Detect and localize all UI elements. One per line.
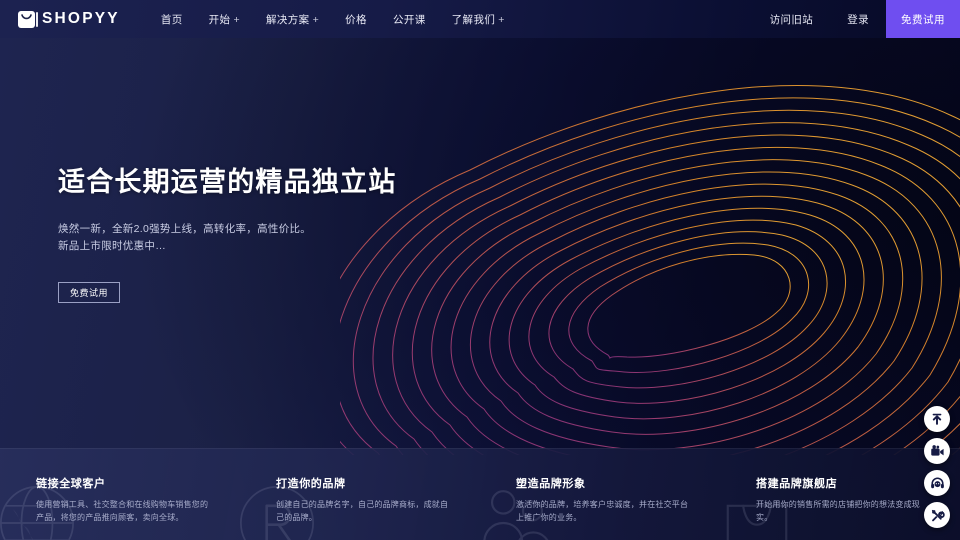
nav-item-label: 解决方案 [265, 13, 310, 26]
headset-support-icon[interactable] [924, 470, 950, 496]
tools-icon[interactable] [924, 502, 950, 528]
nav-item-solutions[interactable]: 解决方案 + [253, 12, 332, 27]
nav-item-label: 价格 [345, 13, 367, 26]
hero-section: 适合长期运营的精品独立站 焕然一新，全新2.0强势上线，高转化率，高性价比。 新… [58, 160, 396, 303]
hero-subtitle-line2: 新品上市限时优惠中… [58, 240, 166, 253]
nav-item-open-class[interactable]: 公开课 [380, 12, 439, 27]
nav-right-group: 访问旧站 登录 免费试用 [753, 0, 960, 38]
feature-band: 链接全球客户 使用营销工具、社交整合和在线购物车销售您的产品，将您的产品推向顾客… [0, 448, 960, 540]
chevron-plus-icon: + [498, 13, 505, 26]
nav-item-pricing[interactable]: 价格 [332, 12, 380, 27]
hero-title: 适合长期运营的精品独立站 [58, 167, 397, 197]
feature-card-brand-image: 塑造品牌形象 激活你的品牌，培养客户忠诚度，并在社交平台上推广你的业务。 [480, 449, 720, 540]
nav-free-trial-button[interactable]: 免费试用 [886, 0, 960, 38]
nav-item-start[interactable]: 开始 + [196, 12, 253, 27]
decorative-loop-curves [340, 55, 960, 455]
feature-card-build-brand: 打造你的品牌 创建自己的品牌名字，自己的品牌商标，成就自己的品牌。 [240, 449, 480, 540]
nav-item-label: 首页 [160, 13, 183, 26]
nav-item-home[interactable]: 首页 [148, 12, 196, 27]
shopping-bag-icon [18, 10, 38, 28]
nav-item-label: 了解我们 [451, 13, 496, 26]
chevron-plus-icon: + [233, 13, 240, 26]
feature-description: 创建自己的品牌名字，自己的品牌商标，成就自己的品牌。 [276, 500, 449, 523]
feature-description: 使用营销工具、社交整合和在线购物车销售您的产品，将您的产品推向顾客，卖向全球。 [36, 500, 209, 523]
nav-links: 首页 开始 + 解决方案 + 价格 公开课 了解我们 + [148, 12, 518, 27]
feature-title: 链接全球客户 [36, 478, 106, 490]
hero-subtitle-line1: 焕然一新，全新2.0强势上线，高转化率，高性价比。 [58, 223, 312, 235]
hero-subtitle: 焕然一新，全新2.0强势上线，高转化率，高性价比。 新品上市限时优惠中… [58, 221, 396, 256]
feature-description: 激活你的品牌，培养客户忠诚度，并在社交平台上推广你的业务。 [516, 500, 689, 523]
feature-title: 搭建品牌旗舰店 [756, 478, 838, 490]
floating-action-buttons [924, 406, 950, 528]
nav-visit-old-site[interactable]: 访问旧站 [753, 12, 831, 27]
nav-item-label: 开始 [208, 13, 231, 26]
video-camera-icon[interactable] [924, 438, 950, 464]
feature-card-global-customers: 链接全球客户 使用营销工具、社交整合和在线购物车销售您的产品，将您的产品推向顾客… [0, 449, 240, 540]
brand-name: SHOPYY [42, 10, 120, 27]
hero-free-trial-button[interactable]: 免费试用 [58, 281, 120, 303]
top-navbar: SHOPYY 首页 开始 + 解决方案 + 价格 公开课 了解我们 + 访问旧站 登录… [0, 0, 960, 38]
feature-title: 打造你的品牌 [276, 478, 346, 490]
page-root: SHOPYY 首页 开始 + 解决方案 + 价格 公开课 了解我们 + 访问旧站 登录… [0, 0, 960, 540]
nav-login[interactable]: 登录 [830, 12, 886, 27]
nav-item-about-us[interactable]: 了解我们 + [439, 12, 518, 27]
brand-logo[interactable]: SHOPYY [18, 10, 120, 28]
chevron-plus-icon: + [312, 13, 320, 26]
feature-title: 塑造品牌形象 [516, 478, 586, 490]
scroll-to-top-icon[interactable] [924, 406, 950, 432]
feature-description: 开始用你的销售所需的店铺把你的想法变成现实。 [756, 500, 920, 523]
nav-item-label: 公开课 [392, 13, 426, 26]
